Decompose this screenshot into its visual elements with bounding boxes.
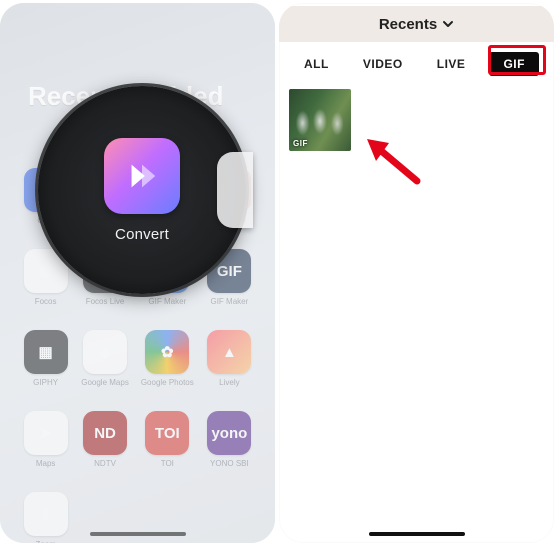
app-label: Focos Live bbox=[86, 297, 125, 306]
tab-live[interactable]: LIVE bbox=[427, 51, 476, 77]
home-screen-pane: Recently Added CClue•Dictionary•Dictiona… bbox=[0, 3, 275, 543]
app-toi[interactable]: TOI TOI bbox=[141, 411, 194, 468]
app-lively[interactable]: ▲ Lively bbox=[206, 330, 253, 387]
app-label: Zoom bbox=[35, 540, 55, 543]
annotation-arrow bbox=[367, 139, 427, 189]
tab-gif[interactable]: GIF bbox=[489, 52, 539, 76]
gif-thumbnail[interactable]: GIF bbox=[289, 89, 351, 151]
tab-all[interactable]: ALL bbox=[294, 51, 339, 77]
app-label: GIPHY bbox=[33, 378, 58, 387]
app-icon: ◆ bbox=[83, 330, 127, 374]
app-icon: ▦ bbox=[24, 330, 68, 374]
app-label: Google Maps bbox=[81, 378, 129, 387]
album-selector[interactable]: Recents bbox=[279, 6, 554, 42]
app-google-maps[interactable]: ◆ Google Maps bbox=[81, 330, 129, 387]
home-indicator[interactable] bbox=[369, 532, 465, 536]
app-icon: ND bbox=[83, 411, 127, 455]
home-indicator[interactable] bbox=[90, 532, 186, 536]
app-label: NDTV bbox=[94, 459, 116, 468]
app-label: GIF Maker bbox=[148, 297, 186, 306]
app-icon: ▮ bbox=[24, 492, 68, 536]
thumbnail-type-badge: GIF bbox=[293, 139, 308, 148]
app-maps[interactable]: ➤ Maps bbox=[22, 411, 69, 468]
app-label: Google Photos bbox=[141, 378, 194, 387]
app-google-photos[interactable]: ✿ Google Photos bbox=[141, 330, 194, 387]
media-filter-tabs: ALL VIDEO LIVE GIF bbox=[279, 47, 554, 81]
app-ndtv[interactable]: ND NDTV bbox=[81, 411, 129, 468]
app-icon: ▲ bbox=[207, 330, 251, 374]
app-label: Maps bbox=[36, 459, 56, 468]
app-icon: yono bbox=[207, 411, 251, 455]
album-selector-label: Recents bbox=[379, 16, 437, 33]
app-label: Focos bbox=[35, 297, 57, 306]
app-label: TOI bbox=[161, 459, 174, 468]
media-picker-pane: Recents ALL VIDEO LIVE GIF GIF bbox=[279, 3, 554, 543]
adjacent-app-sliver bbox=[217, 152, 253, 228]
app-icon: TOI bbox=[145, 411, 189, 455]
app-yono-sbi[interactable]: yono YONO SBI bbox=[206, 411, 253, 468]
convert-app-label: Convert bbox=[115, 226, 169, 243]
tab-video[interactable]: VIDEO bbox=[353, 51, 413, 77]
app-zoom[interactable]: ▮ Zoom bbox=[22, 492, 69, 543]
app-label: YONO SBI bbox=[210, 459, 249, 468]
app-label: Lively bbox=[219, 378, 239, 387]
app-icon: ✿ bbox=[145, 330, 189, 374]
play-forward-icon bbox=[123, 157, 161, 195]
app-giphy[interactable]: ▦ GIPHY bbox=[22, 330, 69, 387]
app-label: GIF Maker bbox=[210, 297, 248, 306]
convert-app-icon[interactable] bbox=[104, 138, 180, 214]
app-icon: ➤ bbox=[24, 411, 68, 455]
3d-touch-popup: Convert bbox=[38, 86, 246, 294]
chevron-down-icon bbox=[442, 18, 454, 30]
